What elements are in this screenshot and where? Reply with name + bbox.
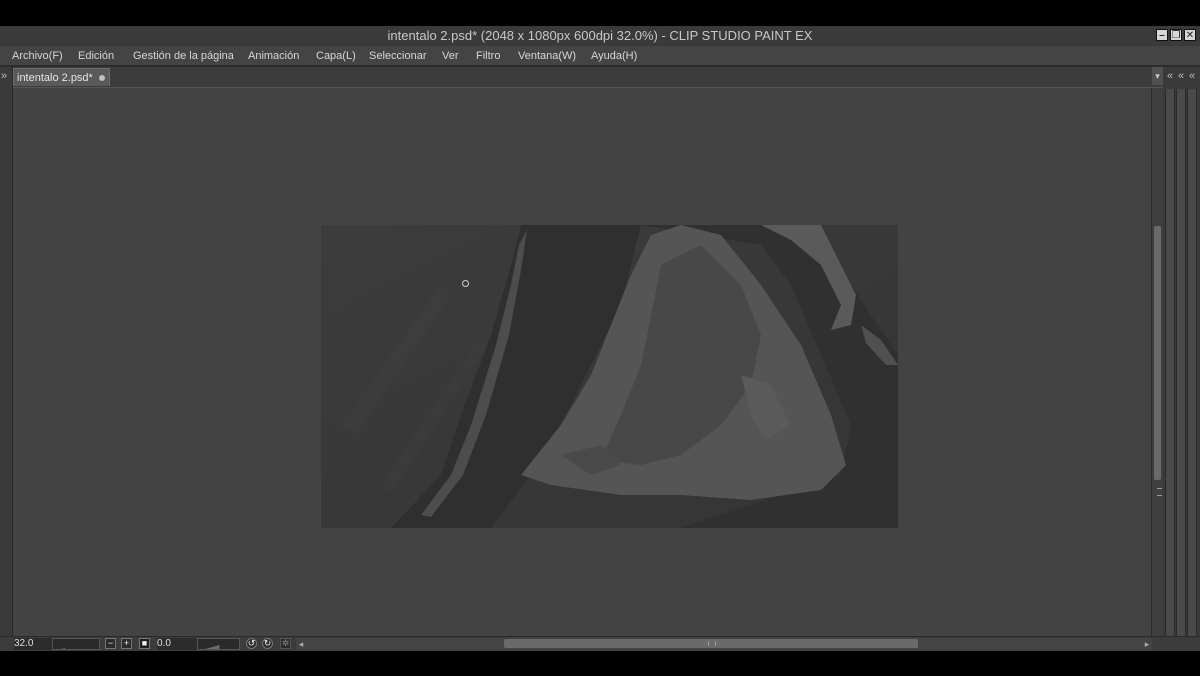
scroll-left-icon[interactable]: ◂ xyxy=(296,638,306,650)
tab-close-dot-icon[interactable] xyxy=(99,75,105,81)
menu-ventana[interactable]: Ventana(W) xyxy=(518,46,576,66)
canvas-viewport[interactable] xyxy=(13,88,1151,636)
left-panel-grip[interactable]: » xyxy=(0,67,13,651)
zoom-slider-fill xyxy=(61,648,65,649)
vertical-scroll-thumb[interactable] xyxy=(1154,226,1162,496)
fit-to-screen-icon[interactable]: ■ xyxy=(139,638,150,649)
horizontal-scroll-thumb[interactable] xyxy=(504,639,918,648)
zoom-in-icon[interactable]: + xyxy=(121,638,132,649)
menu-ayuda[interactable]: Ayuda(H) xyxy=(591,46,637,66)
horizontal-scrollbar[interactable]: ◂ ▸ xyxy=(296,638,1152,650)
navigator-bar: 32.0 − + ■ 0.0 ↺ ↻ ✲ ◂ ▸ xyxy=(0,636,1200,651)
panel-strip-3[interactable] xyxy=(1187,89,1197,649)
menu-filtro[interactable]: Filtro xyxy=(476,46,500,66)
menu-edicion[interactable]: Edición xyxy=(78,46,114,66)
artwork-illustration xyxy=(321,225,898,528)
zoom-value-field[interactable]: 32.0 xyxy=(14,638,52,650)
rotation-slider[interactable] xyxy=(197,638,240,650)
menu-capa[interactable]: Capa(L) xyxy=(316,46,356,66)
menu-ver[interactable]: Ver xyxy=(442,46,459,66)
rotate-left-icon[interactable]: ↺ xyxy=(246,638,257,649)
title-bar: intentalo 2.psd* (2048 x 1080px 600dpi 3… xyxy=(0,26,1200,46)
brush-cursor-icon xyxy=(462,280,469,287)
window-controls: – ❐ ✕ xyxy=(1156,29,1196,41)
menu-bar: Archivo(F) Edición Gestión de la página … xyxy=(0,46,1200,66)
rotation-slider-fill xyxy=(205,645,220,649)
rotation-value-field[interactable]: 0.0 xyxy=(157,638,197,650)
document-tab-row: intentalo 2.psd* xyxy=(0,67,1200,88)
expand-panel-icon[interactable]: » xyxy=(1,70,7,82)
close-icon[interactable]: ✕ xyxy=(1184,29,1196,41)
menu-seleccionar[interactable]: Seleccionar xyxy=(369,46,426,66)
tab-document-label: intentalo 2.psd* xyxy=(17,72,93,84)
scroll-right-icon[interactable]: ▸ xyxy=(1142,638,1152,650)
panel-collapse-icon-2[interactable]: « xyxy=(1176,70,1186,82)
menu-archivo[interactable]: Archivo(F) xyxy=(12,46,63,66)
restore-icon[interactable]: ❐ xyxy=(1170,29,1182,41)
reset-rotation-icon[interactable]: ✲ xyxy=(280,638,291,649)
rotate-right-icon[interactable]: ↻ xyxy=(262,638,273,649)
tab-list-dropdown-icon[interactable]: ▾ xyxy=(1152,67,1163,85)
zoom-slider[interactable] xyxy=(52,638,100,650)
panel-strip-2[interactable] xyxy=(1176,89,1186,649)
menu-gestion-pagina[interactable]: Gestión de la página xyxy=(133,46,234,66)
zoom-out-icon[interactable]: − xyxy=(105,638,116,649)
artwork-canvas[interactable] xyxy=(321,225,898,528)
minimize-icon[interactable]: – xyxy=(1156,29,1168,41)
panel-strip-1[interactable] xyxy=(1165,89,1175,649)
tab-document[interactable]: intentalo 2.psd* xyxy=(13,68,110,86)
horizontal-scroll-grip-icon xyxy=(708,641,716,646)
window-title: intentalo 2.psd* (2048 x 1080px 600dpi 3… xyxy=(387,28,813,43)
panel-collapse-icon-1[interactable]: « xyxy=(1165,70,1175,82)
menu-animacion[interactable]: Animación xyxy=(248,46,299,66)
panel-collapse-icon-3[interactable]: « xyxy=(1187,70,1197,82)
vertical-scroll-grip-icon xyxy=(1157,488,1162,496)
app-window: intentalo 2.psd* (2048 x 1080px 600dpi 3… xyxy=(0,26,1200,651)
right-panel-dock: « « « xyxy=(1163,67,1200,651)
